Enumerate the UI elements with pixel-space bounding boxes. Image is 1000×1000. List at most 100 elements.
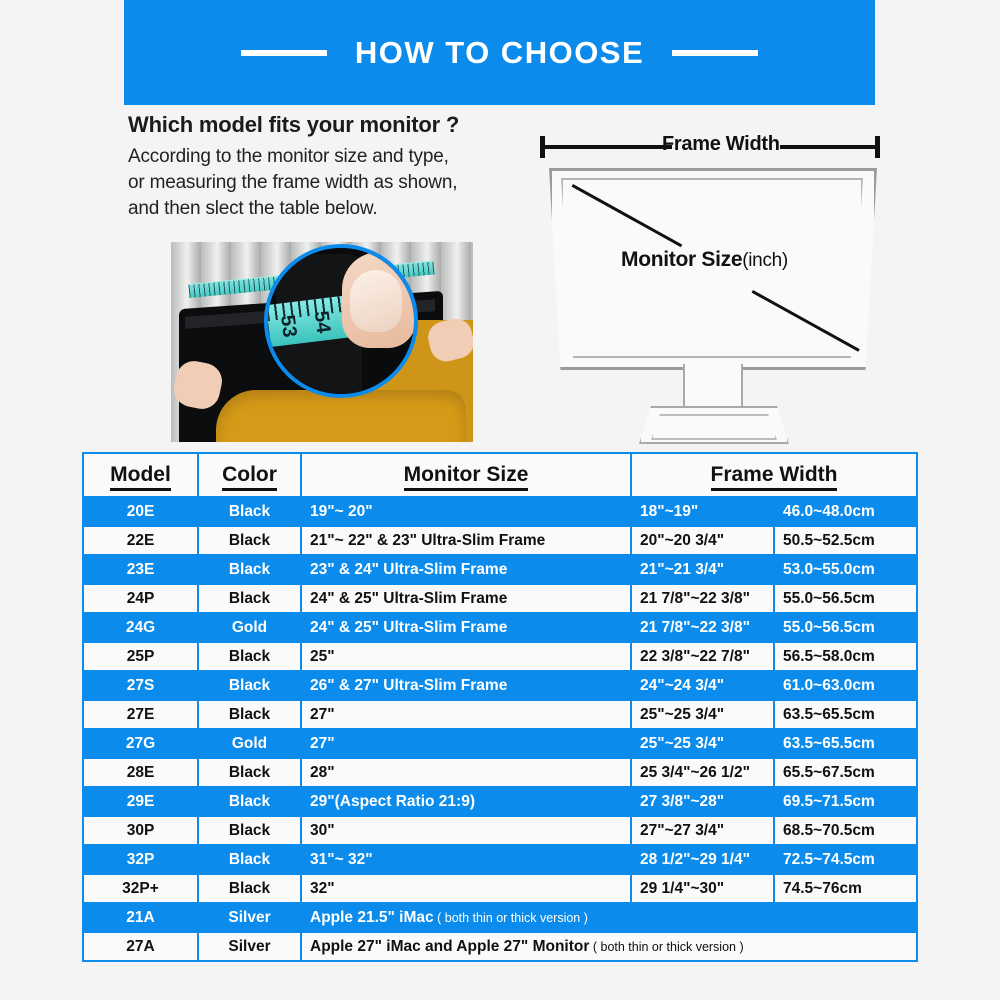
cell-monitor-size: 23" & 24" Ultra-Slim Frame	[302, 556, 630, 583]
cell-frame-width-cm: 65.5~67.5cm	[775, 759, 916, 786]
cell-monitor-size: 27"	[302, 701, 630, 728]
cell-frame-width-cm: 72.5~74.5cm	[775, 846, 916, 873]
cell-color: Black	[199, 875, 300, 902]
cell-model: 20E	[84, 498, 197, 525]
monitor-size-unit: (inch)	[742, 250, 788, 271]
cell-color: Black	[199, 527, 300, 554]
cell-frame-width-cm: 69.5~71.5cm	[775, 788, 916, 815]
column-header-frame-width: Frame Width	[632, 454, 916, 496]
table-row[interactable]: 24P Black 24" & 25" Ultra-Slim Frame 21 7/8…	[84, 585, 916, 612]
cell-model: 32P	[84, 846, 197, 873]
cell-monitor-size: 24" & 25" Ultra-Slim Frame	[302, 614, 630, 641]
table-row[interactable]: 30P Black 30" 27"~27 3/4" 68.5~70.5cm	[84, 817, 916, 844]
cell-model: 28E	[84, 759, 197, 786]
banner-rule-right-icon	[672, 49, 759, 56]
cell-color: Black	[199, 759, 300, 786]
dimension-bar-left-icon	[544, 145, 672, 149]
cell-frame-width-cm: 55.0~56.5cm	[775, 585, 916, 612]
cell-frame-width-cm: 68.5~70.5cm	[775, 817, 916, 844]
cell-color: Gold	[199, 614, 300, 641]
table-row[interactable]: 27S Black 26" & 27" Ultra-Slim Frame 24"~24…	[84, 672, 916, 699]
page-title: HOW TO CHOOSE	[354, 34, 645, 70]
table-row[interactable]: 21A Silver Apple 21.5" iMac ( both thin or…	[84, 904, 916, 931]
table-row[interactable]: 28E Black 28" 25 3/4"~26 1/2" 65.5~67.5cm	[84, 759, 916, 786]
cell-color: Black	[199, 672, 300, 699]
page-banner: HOW TO CHOOSE	[124, 0, 875, 105]
cell-model: 29E	[84, 788, 197, 815]
tape-mark-54: 54	[309, 309, 335, 335]
cell-monitor-size: 19"~ 20"	[302, 498, 630, 525]
monitor-diagram: Frame Width Monitor Size(inch)	[535, 118, 890, 448]
cell-model: 24P	[84, 585, 197, 612]
table-body: 20E Black 19"~ 20" 18"~19" 46.0~48.0cm 22E Bla…	[84, 498, 916, 960]
table-row[interactable]: 32P+ Black 32" 29 1/4"~30" 74.5~76cm	[84, 875, 916, 902]
intro-block: Which model fits your monitor ? Accordin…	[128, 112, 528, 222]
cell-monitor-size-text: Apple 21.5" iMac	[310, 908, 434, 926]
cell-model: 30P	[84, 817, 197, 844]
cell-monitor-size-text: Apple 27" iMac and Apple 27" Monitor	[310, 937, 590, 955]
column-header-model: Model	[84, 454, 197, 496]
table-row[interactable]: 27E Black 27" 25"~25 3/4" 63.5~65.5cm	[84, 701, 916, 728]
cell-monitor-size: 31"~ 32"	[302, 846, 630, 873]
cell-frame-width-inches: 28 1/2"~29 1/4"	[632, 846, 773, 873]
table-row[interactable]: 27G Gold 27" 25"~25 3/4" 63.5~65.5cm	[84, 730, 916, 757]
cell-model: 27E	[84, 701, 197, 728]
cell-monitor-size: 24" & 25" Ultra-Slim Frame	[302, 585, 630, 612]
table-header-row: Model Color Monitor Size Frame Width	[84, 454, 916, 496]
cell-monitor-size-note: ( both thin or thick version )	[433, 910, 588, 925]
cell-model: 22E	[84, 527, 197, 554]
cell-monitor-size: Apple 27" iMac and Apple 27" Monitor ( b…	[302, 933, 916, 960]
cell-color: Black	[199, 701, 300, 728]
magnifier-circle: 53 54 55 56	[264, 244, 418, 398]
cell-frame-width-cm: 74.5~76cm	[775, 875, 916, 902]
cell-frame-width-cm: 55.0~56.5cm	[775, 614, 916, 641]
cell-frame-width-inches: 20"~20 3/4"	[632, 527, 773, 554]
cell-color: Silver	[199, 904, 300, 931]
cell-frame-width-inches: 27"~27 3/4"	[632, 817, 773, 844]
table-head: Model Color Monitor Size Frame Width	[84, 454, 916, 496]
column-header-monitor-size: Monitor Size	[302, 454, 630, 496]
dimension-bar-right-icon	[780, 145, 876, 149]
dimension-cap-right-icon	[875, 136, 880, 158]
cell-frame-width-cm: 53.0~55.0cm	[775, 556, 916, 583]
intro-heading: Which model fits your monitor ?	[128, 112, 460, 137]
cell-monitor-size: 30"	[302, 817, 630, 844]
cell-model: 24G	[84, 614, 197, 641]
cell-model: 27A	[84, 933, 197, 960]
cell-monitor-size: 32"	[302, 875, 630, 902]
intro-line-3: and then slect the table below.	[128, 198, 378, 219]
cell-model: 27G	[84, 730, 197, 757]
cell-frame-width-inches: 27 3/8"~28"	[632, 788, 773, 815]
cell-color: Black	[199, 643, 300, 670]
cell-model: 25P	[84, 643, 197, 670]
table-row[interactable]: 24G Gold 24" & 25" Ultra-Slim Frame 21 7/8"…	[84, 614, 916, 641]
frame-width-dimension-line: Frame Width	[540, 133, 880, 158]
cell-frame-width-inches: 21"~21 3/4"	[632, 556, 773, 583]
table-row[interactable]: 32P Black 31"~ 32" 28 1/2"~29 1/4" 72.5~74.5…	[84, 846, 916, 873]
cell-frame-width-inches: 25"~25 3/4"	[632, 730, 773, 757]
cell-frame-width-inches: 21 7/8"~22 3/8"	[632, 585, 773, 612]
cell-frame-width-inches: 21 7/8"~22 3/8"	[632, 614, 773, 641]
cell-monitor-size: 21"~ 22" & 23" Ultra-Slim Frame	[302, 527, 630, 554]
table-row[interactable]: 27A Silver Apple 27" iMac and Apple 27" Mo…	[84, 933, 916, 960]
cell-monitor-size: Apple 21.5" iMac ( both thin or thick ve…	[302, 904, 916, 931]
column-header-model-text: Model	[110, 463, 171, 491]
cell-model: 21A	[84, 904, 197, 931]
cell-color: Silver	[199, 933, 300, 960]
monitor-size-label-text: Monitor Size	[621, 248, 743, 271]
column-header-color: Color	[199, 454, 300, 496]
monitor-size-label: Monitor Size(inch)	[621, 248, 788, 272]
intro-line-1: According to the monitor size and type,	[128, 146, 449, 167]
table-row[interactable]: 25P Black 25" 22 3/8"~22 7/8" 56.5~58.0cm	[84, 643, 916, 670]
table-row[interactable]: 22E Black 21"~ 22" & 23" Ultra-Slim Frame 2…	[84, 527, 916, 554]
table-row[interactable]: 23E Black 23" & 24" Ultra-Slim Frame 21"~21…	[84, 556, 916, 583]
cell-model: 32P+	[84, 875, 197, 902]
cell-color: Black	[199, 788, 300, 815]
table-row[interactable]: 29E Black 29"(Aspect Ratio 21:9) 27 3/8"~28…	[84, 788, 916, 815]
table-row[interactable]: 20E Black 19"~ 20" 18"~19" 46.0~48.0cm	[84, 498, 916, 525]
frame-width-label: Frame Width	[662, 133, 780, 155]
cell-frame-width-inches: 25 3/4"~26 1/2"	[632, 759, 773, 786]
cell-frame-width-cm: 46.0~48.0cm	[775, 498, 916, 525]
cell-monitor-size: 28"	[302, 759, 630, 786]
cell-frame-width-cm: 61.0~63.0cm	[775, 672, 916, 699]
